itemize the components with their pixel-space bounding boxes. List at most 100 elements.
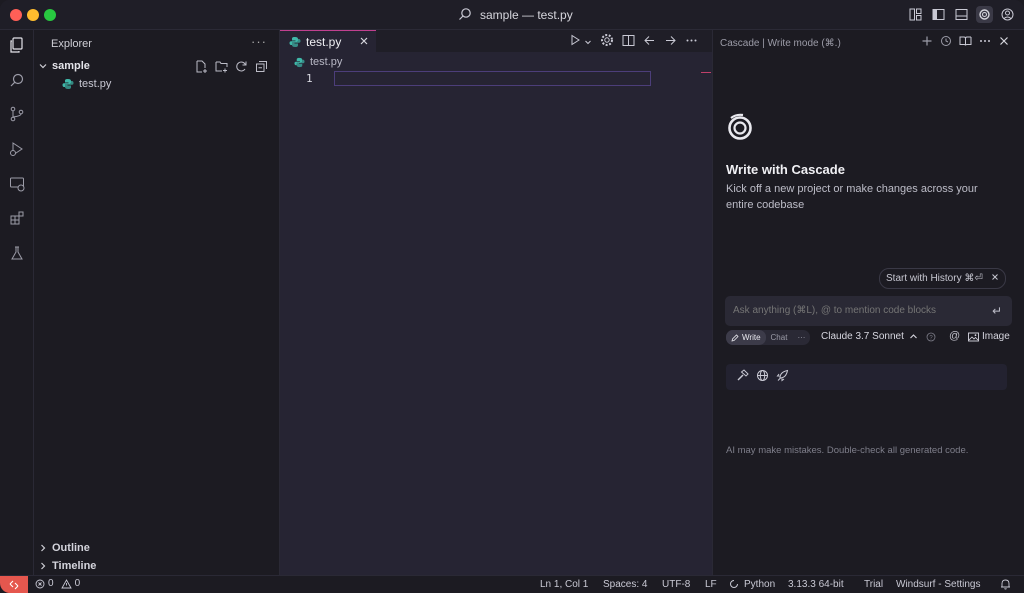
outline-section[interactable]: Outline: [38, 542, 90, 554]
minimize-window-button[interactable]: [27, 9, 39, 21]
python-interpreter[interactable]: 3.13.3 64-bit: [788, 579, 844, 590]
current-line-highlight[interactable]: [334, 71, 651, 86]
cascade-subtitle: Kick off a new project or make changes a…: [726, 183, 978, 211]
close-tab-icon[interactable]: [358, 35, 370, 47]
mode-write-button[interactable]: Write: [726, 330, 766, 345]
image-label: Image: [982, 331, 1010, 342]
history-icon[interactable]: [940, 35, 952, 50]
new-folder-icon[interactable]: [214, 59, 229, 74]
help-icon[interactable]: ?: [926, 332, 936, 342]
go-forward-arrow-icon[interactable]: [664, 34, 677, 50]
chevron-right-icon: [41, 562, 46, 570]
collapse-all-icon[interactable]: [254, 59, 269, 74]
image-icon: [968, 332, 979, 341]
language-mode[interactable]: Python: [744, 579, 775, 590]
search-icon[interactable]: [7, 70, 27, 90]
folder-sample[interactable]: sample: [38, 60, 90, 72]
python-file-icon: [294, 57, 305, 67]
file-label: test.py: [79, 78, 112, 90]
toggle-panel-icon[interactable]: [953, 6, 970, 23]
run-options-chevron-icon[interactable]: [584, 35, 592, 49]
maximize-window-button[interactable]: [44, 9, 56, 21]
python-file-icon: [289, 36, 301, 47]
close-icon[interactable]: [998, 35, 1010, 50]
remote-explorer-icon[interactable]: [7, 174, 27, 194]
cascade-title: Cascade | Write mode (⌘.): [720, 38, 841, 49]
hammer-icon[interactable]: [736, 369, 749, 385]
error-icon: [35, 579, 45, 588]
breadcrumb[interactable]: test.py: [294, 56, 342, 68]
end-of-line[interactable]: LF: [705, 579, 717, 590]
account-icon[interactable]: [999, 6, 1016, 23]
title-bar: sample — test.py: [0, 0, 1024, 30]
ask-box: ↵: [725, 296, 1012, 326]
remote-connection-icon: [9, 580, 19, 590]
dismiss-icon[interactable]: [991, 273, 999, 284]
mode-chat-label: Chat: [770, 333, 788, 342]
new-file-icon[interactable]: [194, 59, 209, 74]
remote-indicator[interactable]: [0, 576, 28, 593]
python-file-icon: [62, 79, 74, 89]
more-icon[interactable]: [979, 35, 991, 50]
rocket-icon[interactable]: [776, 369, 789, 385]
model-selector[interactable]: Claude 3.7 Sonnet ?: [821, 331, 936, 342]
cascade-heading: Write with Cascade: [726, 162, 845, 177]
explorer-sidebar: Explorer ··· sample test.py Outline Time…: [34, 30, 280, 575]
testing-flask-icon[interactable]: [7, 243, 27, 263]
run-python-file-icon[interactable]: [569, 34, 581, 49]
search-icon[interactable]: [458, 7, 472, 21]
source-control-icon[interactable]: [7, 104, 27, 124]
gear-icon[interactable]: [600, 33, 614, 50]
editor-tab-bar: test.py: [280, 30, 712, 52]
split-editor-icon[interactable]: [622, 34, 635, 50]
timeline-section[interactable]: Timeline: [38, 560, 96, 572]
globe-icon[interactable]: [756, 369, 769, 385]
submit-enter-icon[interactable]: ↵: [992, 304, 1002, 318]
line-number: 1: [306, 72, 313, 85]
cascade-actions: [921, 35, 1010, 50]
warning-icon: [60, 578, 72, 588]
mode-more-button[interactable]: ···: [792, 330, 810, 345]
start-with-history-pill[interactable]: Start with History ⌘⏎: [879, 268, 1006, 289]
mode-write-label: Write: [742, 333, 761, 342]
ask-input[interactable]: [733, 305, 983, 316]
problems-indicator[interactable]: 0 0: [35, 578, 80, 589]
more-actions-icon[interactable]: [685, 34, 698, 50]
go-back-arrow-icon[interactable]: [643, 34, 656, 50]
explorer-more-actions-button[interactable]: ···: [251, 34, 267, 49]
mode-more-label: ···: [797, 333, 806, 342]
file-test-py[interactable]: test.py: [62, 78, 111, 90]
plus-icon[interactable]: [921, 35, 933, 50]
pencil-icon: [731, 333, 739, 342]
mode-switch: Write Chat ···: [726, 330, 811, 345]
overview-ruler-marker: [701, 72, 711, 73]
encoding[interactable]: UTF-8: [662, 579, 690, 590]
chevron-right-icon: [41, 544, 46, 552]
mode-chat-button[interactable]: Chat: [766, 330, 793, 345]
toggle-cascade-icon[interactable]: [976, 6, 993, 23]
customize-layout-icon[interactable]: [907, 6, 924, 23]
cursor-position[interactable]: Ln 1, Col 1: [540, 579, 588, 590]
layout-controls: [907, 6, 1016, 23]
run-debug-icon[interactable]: [7, 139, 27, 159]
extensions-icon[interactable]: [7, 208, 27, 228]
toggle-sidebar-icon[interactable]: [930, 6, 947, 23]
explorer-files-icon[interactable]: [7, 35, 27, 55]
trial-status[interactable]: Trial: [864, 579, 883, 590]
error-count: 0: [48, 578, 54, 589]
folder-label: sample: [52, 60, 90, 72]
close-window-button[interactable]: [10, 9, 22, 21]
history-pill-label: Start with History ⌘⏎: [886, 273, 983, 284]
notifications-bell-icon[interactable]: [1000, 578, 1011, 593]
outline-label: Outline: [52, 542, 90, 554]
indentation[interactable]: Spaces: 4: [603, 579, 647, 590]
mention-at-icon[interactable]: @: [949, 330, 960, 342]
refresh-icon[interactable]: [234, 59, 249, 74]
image-upload-button[interactable]: Image: [968, 331, 1010, 342]
window-title[interactable]: sample — test.py: [480, 8, 573, 22]
windsurf-settings[interactable]: Windsurf - Settings: [896, 579, 980, 590]
book-icon[interactable]: [959, 35, 972, 50]
tab-test-py[interactable]: test.py: [280, 30, 376, 52]
editor-area: test.py test.py 1: [280, 30, 712, 575]
activity-bar: [0, 30, 34, 575]
